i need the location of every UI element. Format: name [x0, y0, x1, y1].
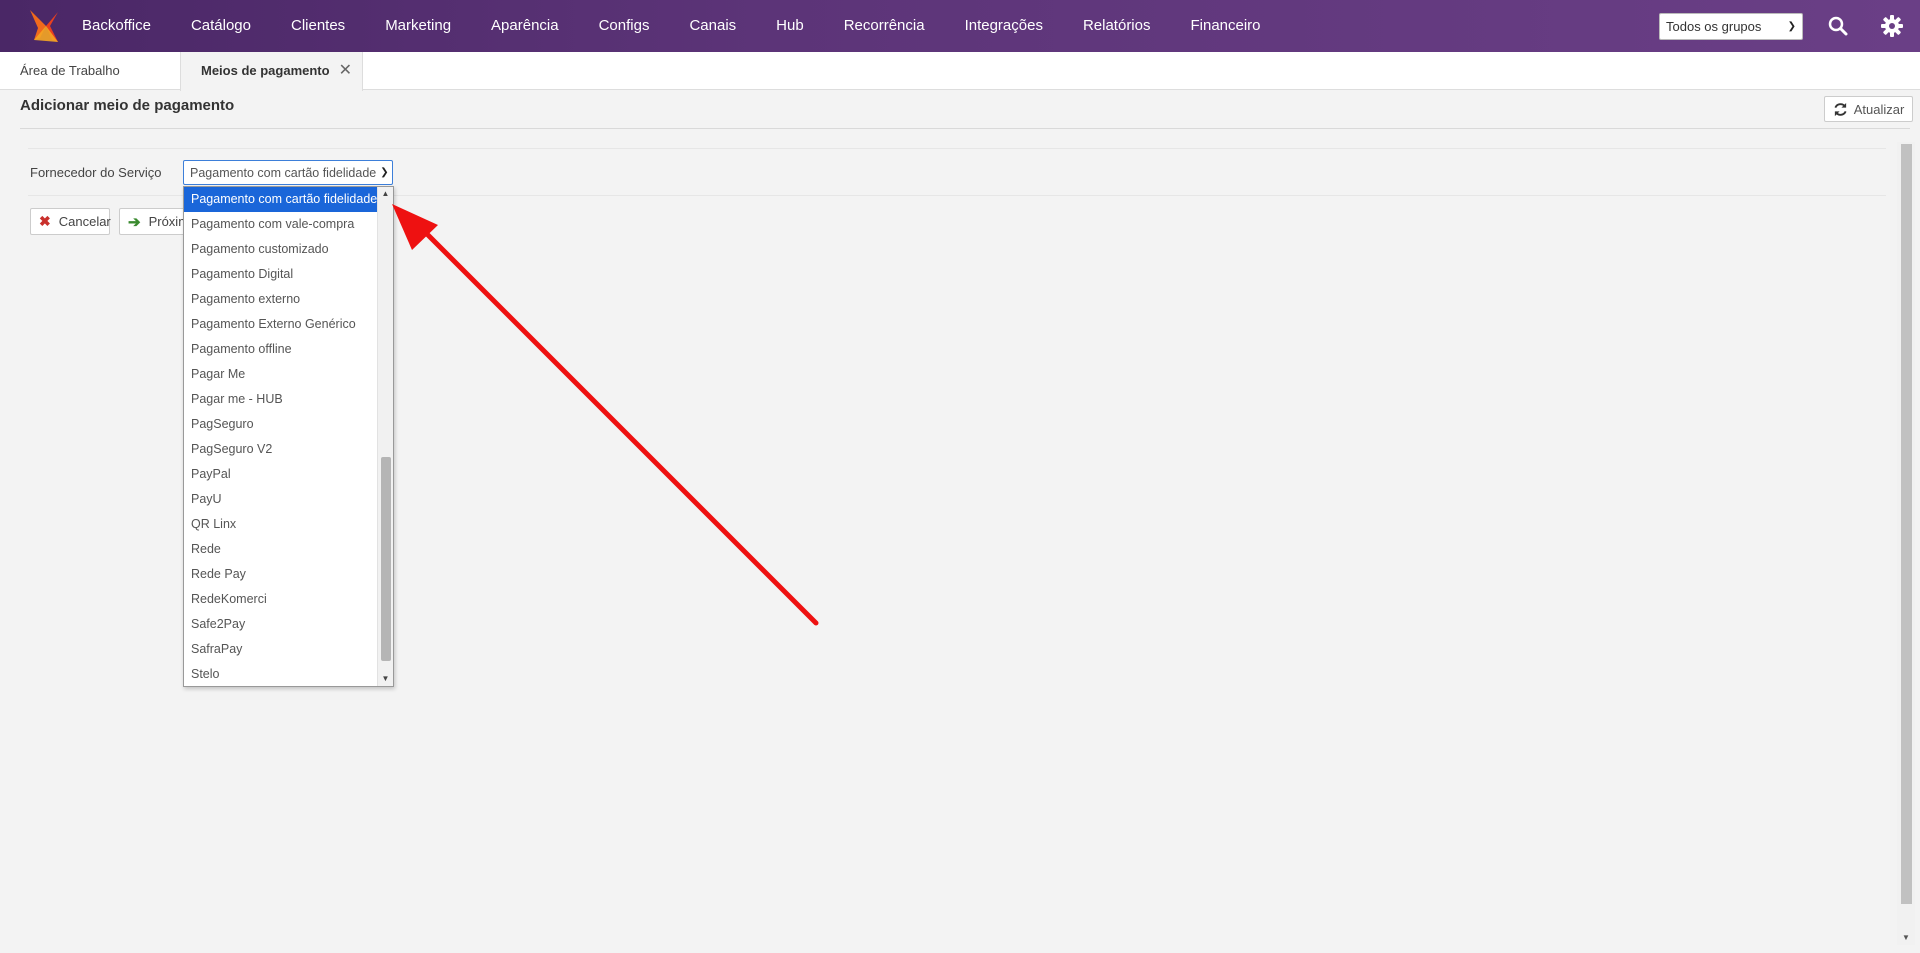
dropdown-option[interactable]: PayPal [184, 462, 377, 487]
chevron-down-icon: ❯ [1787, 21, 1796, 32]
tab-workspace-label: Área de Trabalho [20, 63, 120, 78]
nav-item-clientes[interactable]: Clientes [271, 0, 365, 52]
search-icon[interactable] [1825, 13, 1851, 39]
refresh-icon [1834, 102, 1847, 116]
nav-item-relatorios[interactable]: Relatórios [1063, 0, 1171, 52]
dropdown-option[interactable]: Pagar Me [184, 362, 377, 387]
nav-item-financeiro[interactable]: Financeiro [1170, 0, 1280, 52]
dropdown-option[interactable]: Rede [184, 537, 377, 562]
nav-item-canais[interactable]: Canais [669, 0, 756, 52]
provider-select-value: Pagamento com cartão fidelidade [190, 165, 377, 180]
nav-item-marketing[interactable]: Marketing [365, 0, 471, 52]
dropdown-option[interactable]: Pagamento offline [184, 337, 377, 362]
cancel-button-label: Cancelar [58, 214, 111, 229]
dropdown-option[interactable]: PagSeguro [184, 412, 377, 437]
arrow-right-icon: ➔ [128, 213, 141, 231]
nav-item-configs[interactable]: Configs [579, 0, 670, 52]
dropdown-option[interactable]: Safe2Pay [184, 612, 377, 637]
dropdown-option[interactable]: Pagamento com vale-compra [184, 212, 377, 237]
nav-item-catalogo[interactable]: Catálogo [171, 0, 271, 52]
annotation-arrow [392, 204, 819, 626]
close-icon: ✖ [39, 213, 51, 229]
divider [28, 148, 1886, 149]
dropdown-option[interactable]: Pagamento Externo Genérico [184, 312, 377, 337]
scrollbar-thumb[interactable] [1901, 144, 1912, 904]
nav-item-integracoes[interactable]: Integrações [945, 0, 1063, 52]
main-menu: Backoffice Catálogo Clientes Marketing Aparê… [78, 0, 1281, 52]
gear-icon[interactable] [1879, 13, 1905, 39]
group-select[interactable]: Todos os grupos ❯ [1659, 13, 1803, 40]
refresh-button-label: Atualizar [1853, 101, 1905, 117]
nav-item-backoffice[interactable]: Backoffice [78, 0, 171, 52]
chevron-down-icon: ❯ [380, 167, 389, 178]
divider [20, 128, 1910, 129]
brand-logo[interactable] [24, 6, 64, 46]
nav-item-recorrencia[interactable]: Recorrência [824, 0, 945, 52]
group-select-value: Todos os grupos [1666, 19, 1762, 34]
cancel-button[interactable]: ✖ Cancelar [30, 208, 111, 235]
nav-item-aparencia[interactable]: Aparência [471, 0, 579, 52]
tab-payment-methods-label: Meios de pagamento [201, 63, 330, 78]
dropdown-option[interactable]: PagSeguro V2 [184, 437, 377, 462]
dropdown-option[interactable]: Pagamento Digital [184, 262, 377, 287]
dropdown-option[interactable]: SafraPay [184, 637, 377, 662]
scroll-up-icon[interactable]: ▲ [378, 187, 393, 201]
tab-payment-methods[interactable]: Meios de pagamento ✕ [180, 52, 363, 91]
dropdown-option[interactable]: Stelo [184, 662, 377, 686]
scroll-down-icon[interactable]: ▼ [378, 672, 393, 686]
scroll-down-icon[interactable]: ▼ [1897, 931, 1915, 945]
dropdown-option[interactable]: QR Linx [184, 512, 377, 537]
dropdown-option[interactable]: Pagamento customizado [184, 237, 377, 262]
dropdown-option[interactable]: Pagamento com cartão fidelidade [184, 187, 377, 212]
nav-item-hub[interactable]: Hub [756, 0, 824, 52]
dropdown-option[interactable]: Pagar me - HUB [184, 387, 377, 412]
close-icon[interactable]: ✕ [339, 52, 352, 90]
dropdown-option[interactable]: Pagamento externo [184, 287, 377, 312]
scrollbar-thumb[interactable] [381, 457, 391, 661]
page-title: Adicionar meio de pagamento [20, 97, 235, 114]
provider-select[interactable]: Pagamento com cartão fidelidade ❯ [183, 160, 393, 185]
dropdown-option[interactable]: PayU [184, 487, 377, 512]
dropdown-option[interactable]: RedeKomerci [184, 587, 377, 612]
provider-label: Fornecedor do Serviço [30, 165, 162, 180]
dropdown-option[interactable]: Rede Pay [184, 562, 377, 587]
top-navbar: Backoffice Catálogo Clientes Marketing Aparê… [0, 0, 1920, 52]
provider-dropdown-list: Pagamento com cartão fidelidade Pagamento… [183, 186, 394, 687]
tab-workspace[interactable]: Área de Trabalho [0, 52, 140, 90]
tab-bar: Área de Trabalho Meios de pagamento ✕ [0, 52, 1920, 91]
refresh-button[interactable]: Atualizar [1824, 96, 1913, 122]
page-scrollbar[interactable]: ▼ [1897, 142, 1915, 945]
dropdown-scrollbar[interactable]: ▲ ▼ [377, 187, 393, 686]
